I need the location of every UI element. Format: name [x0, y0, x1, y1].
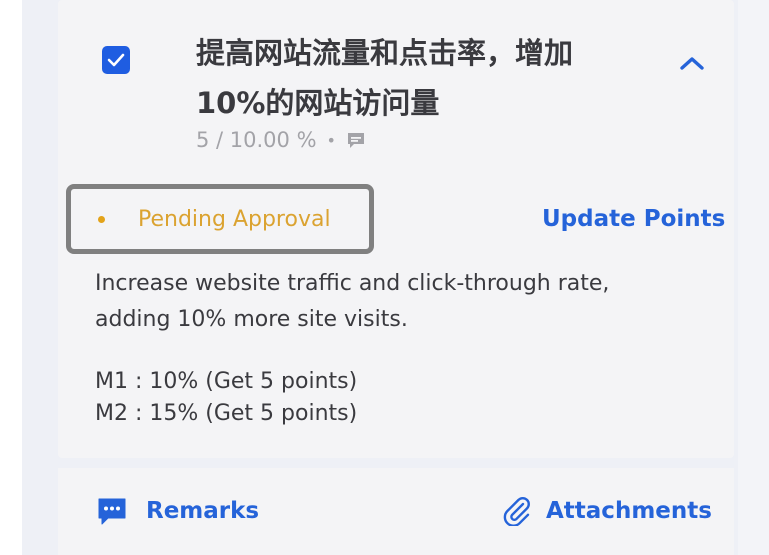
milestone-item: M2 : 15% (Get 5 points): [95, 401, 358, 426]
remarks-label: Remarks: [146, 498, 260, 524]
task-title-line-2: 10%的网站访问量: [196, 86, 440, 120]
description-line-2: adding 10% more site visits.: [95, 307, 408, 332]
chat-bubble-icon: [98, 498, 126, 525]
milestone-list: M1 : 10% (Get 5 points) M2 : 15% (Get 5 …: [95, 366, 655, 430]
remarks-button[interactable]: Remarks: [96, 494, 259, 528]
left-gutter: [0, 0, 22, 555]
screen: 提高网站流量和点击率，增加 10%的网站访问量 5 / 10.00 % • Pe…: [0, 0, 769, 555]
check-icon: [107, 53, 125, 67]
right-gutter: [738, 0, 769, 555]
task-meta: 5 / 10.00 % •: [196, 124, 366, 156]
chevron-up-icon: [680, 57, 704, 70]
status-dot: [98, 216, 105, 223]
paperclip-icon: [503, 497, 530, 526]
attachments-label: Attachments: [546, 498, 712, 524]
task-description: Increase website traffic and click-throu…: [95, 266, 695, 338]
update-points-link[interactable]: Update Points: [542, 202, 725, 236]
attachments-button[interactable]: Attachments: [502, 494, 712, 528]
comment-icon[interactable]: [346, 131, 366, 149]
task-title-line-1: 提高网站流量和点击率，增加: [196, 36, 574, 70]
milestone-item: M1 : 10% (Get 5 points): [95, 369, 358, 394]
description-line-1: Increase website traffic and click-throu…: [95, 271, 610, 296]
task-title: 提高网站流量和点击率，增加 10%的网站访问量: [196, 28, 636, 128]
status-label: Pending Approval: [138, 207, 331, 232]
collapse-button[interactable]: [676, 50, 708, 76]
meta-separator: •: [326, 130, 336, 150]
task-points: 5 / 10.00 %: [196, 128, 317, 152]
task-checkbox[interactable]: [102, 46, 130, 74]
